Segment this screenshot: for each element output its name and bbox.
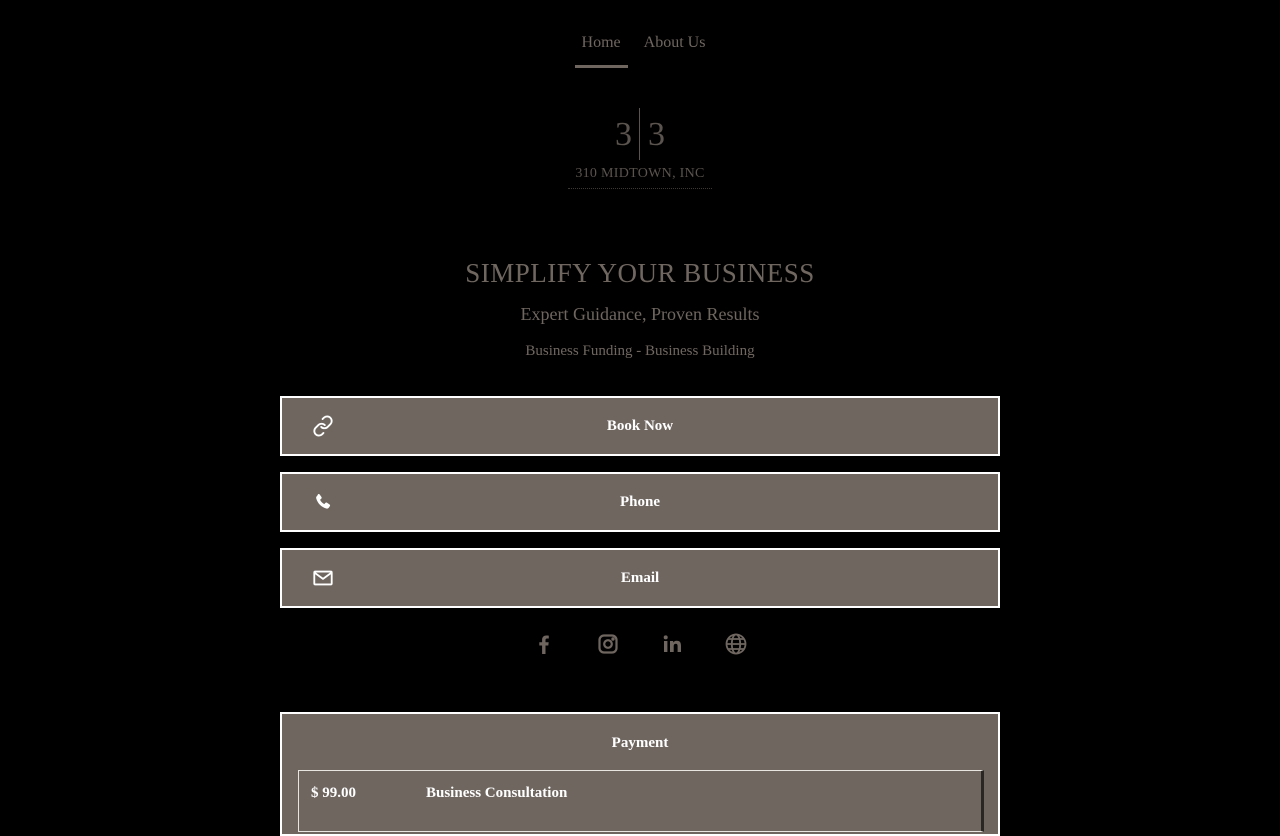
book-now-button[interactable]: Book Now [280,396,1000,456]
payment-item-price: $ 99.00 [311,785,356,801]
linkedin-icon[interactable] [660,632,684,656]
logo-mark: 3 3 [565,106,715,164]
payment-item-name: Business Consultation [426,785,568,801]
logo-divider [639,108,640,160]
page-tagline: Business Funding - Business Building [525,343,755,359]
nav-home[interactable]: Home [574,34,628,68]
nav-about-us[interactable]: About Us [644,34,706,52]
book-now-label: Book Now [606,417,674,434]
logo-digit-left: 3 [615,116,632,153]
facebook-icon[interactable] [532,632,556,656]
logo-underline [568,188,712,190]
payment-title: Payment [611,735,669,751]
instagram-icon[interactable] [596,632,620,656]
email-label: Email [620,569,660,586]
mail-icon [313,570,333,586]
top-nav: Home About Us [0,34,1280,68]
page-subheading: Expert Guidance, Proven Results [520,304,760,324]
phone-button[interactable]: Phone [280,472,1000,532]
page-headline: SIMPLIFY YOUR BUSINESS [465,258,815,288]
payment-item[interactable]: $ 99.00 Business Consultation [298,770,984,832]
email-button[interactable]: Email [280,548,1000,608]
logo-company-name: 310 MIDTOWN, INC [575,166,705,181]
link-icon [313,415,333,437]
social-links [0,632,1280,656]
company-logo: 3 3 310 MIDTOWN, INC [565,106,715,192]
payment-section: Payment $ 99.00 Business Consultation [280,712,1000,836]
phone-label: Phone [619,493,660,510]
globe-icon[interactable] [724,632,748,656]
phone-icon [316,493,331,509]
logo-digit-right: 3 [648,116,665,153]
